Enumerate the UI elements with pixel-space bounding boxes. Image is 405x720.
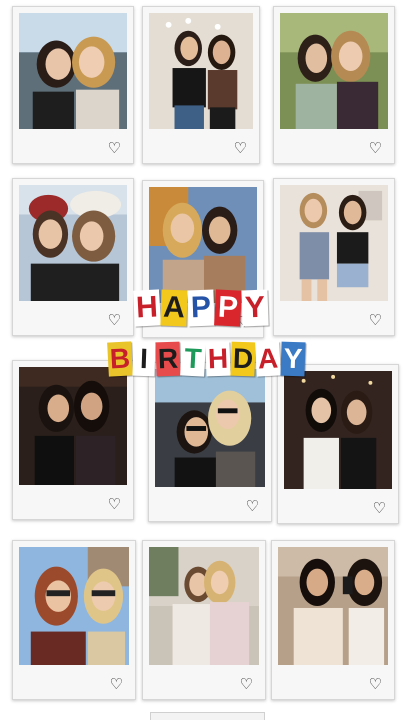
banner-letter: R [155, 341, 181, 377]
photo-two-friends-party [284, 371, 392, 489]
photo-two-friends-indoor [149, 13, 253, 129]
banner-letter: Y [280, 341, 306, 377]
heart-outline-icon: ♡ [368, 139, 382, 157]
heart-outline-icon: ♡ [233, 139, 247, 157]
photo-two-friends-outdoor [19, 13, 127, 129]
birthday-banner: B I R T H D A Y [107, 341, 306, 377]
heart-outline-icon: ♡ [368, 311, 382, 329]
polaroid-2: ♡ [142, 6, 260, 164]
polaroid-9: ♡ [277, 364, 399, 524]
banner-letter: D [230, 341, 256, 377]
banner-letter: I [132, 341, 156, 377]
polaroid-6: ♡ [273, 178, 395, 336]
polaroid-3: ♡ [273, 6, 395, 164]
next-polaroid-edge [150, 712, 265, 720]
heart-outline-icon: ♡ [239, 675, 253, 693]
banner-letter: H [133, 289, 161, 327]
happy-banner: H A P P Y [133, 289, 269, 327]
banner-letter: P [214, 289, 242, 327]
photo-two-friends-garden [280, 13, 388, 129]
photo-two-friends-car [155, 369, 265, 487]
photo-two-friends-night [19, 367, 127, 485]
banner-letter: A [160, 289, 188, 327]
polaroid-12: ♡ [271, 540, 395, 700]
heart-outline-icon: ♡ [107, 139, 121, 157]
heart-outline-icon: ♡ [368, 675, 382, 693]
banner-letter: T [180, 341, 206, 377]
photo-two-friends-selfie [278, 547, 388, 665]
heart-outline-icon: ♡ [107, 495, 121, 513]
banner-letter: B [107, 341, 133, 377]
banner-letter: Y [241, 289, 269, 327]
polaroid-1: ♡ [12, 6, 134, 164]
polaroid-10: ♡ [12, 540, 136, 700]
polaroid-8: ♡ [148, 362, 272, 522]
polaroid-7: ♡ [12, 360, 134, 520]
heart-outline-icon: ♡ [245, 497, 259, 515]
banner-letter: H [205, 341, 231, 377]
polaroid-11: ♡ [142, 540, 266, 700]
polaroid-4: ♡ [12, 178, 134, 336]
heart-outline-icon: ♡ [372, 499, 386, 517]
banner-letter: P [187, 289, 215, 327]
photo-two-friends-sunglasses [19, 547, 129, 665]
heart-outline-icon: ♡ [107, 311, 121, 329]
photo-two-friends-hug [149, 547, 259, 665]
photo-two-friends-beanies [19, 185, 127, 301]
photo-two-friends-room [280, 185, 388, 301]
photo-two-friends-autumn [149, 187, 257, 303]
heart-outline-icon: ♡ [109, 675, 123, 693]
banner-letter: A [255, 341, 281, 377]
